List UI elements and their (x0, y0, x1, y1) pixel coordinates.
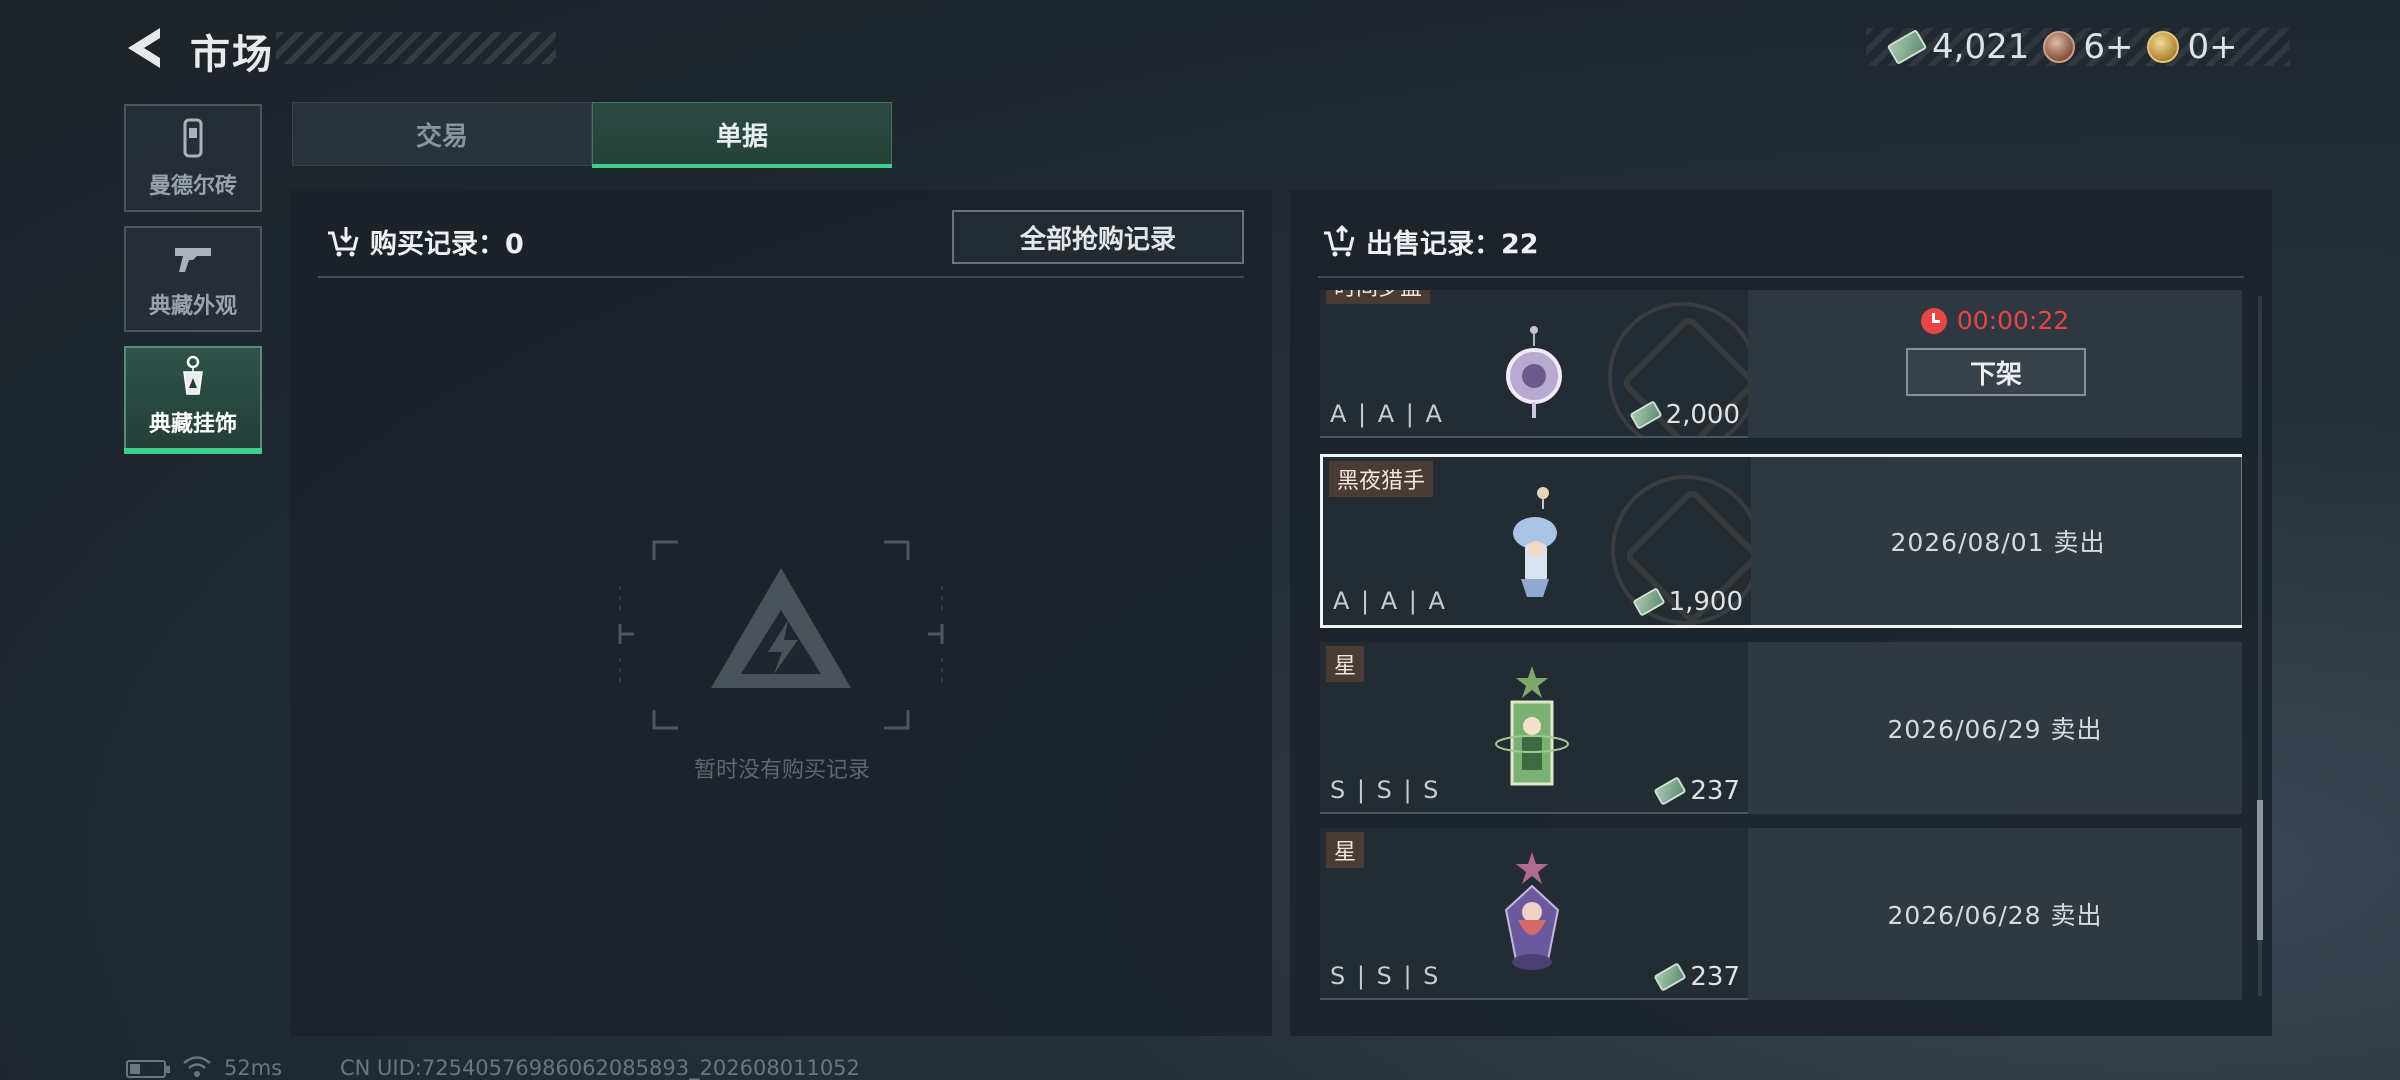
empty-state-text: 暂时没有购买记录 (693, 758, 870, 783)
item-grade: S | S | S (1330, 776, 1441, 804)
network-ping: 52ms (224, 1056, 283, 1080)
purchase-divider (318, 276, 1244, 278)
sales-record-item-selected[interactable]: 黑夜猎手 A | A | A 1,900 2026/08/01 卖出 (1320, 454, 2242, 628)
sales-record-item[interactable]: 星 S | S | S 237 2026/06/29 卖出 (1320, 642, 2242, 814)
currency-gold: 0+ (2147, 27, 2238, 67)
currency-bronze: 6+ (2043, 27, 2133, 67)
sales-header: 出售记录：22 (1322, 222, 1539, 261)
compass-charm-icon (1506, 326, 1562, 418)
sidebar-item-label: 曼德尔砖 (148, 174, 237, 199)
tab-orders[interactable]: 单据 (592, 102, 892, 166)
star-purple-charm-icon (1504, 852, 1560, 970)
banknote-icon (1653, 962, 1687, 992)
sales-title: 出售记录：22 (1366, 229, 1539, 260)
sold-date: 2026/08/01 卖出 (1890, 528, 2106, 557)
record-item-card: 时间罗盘 A | A | A 2,000 (1320, 290, 1748, 438)
tab-active-indicator (592, 164, 892, 168)
sidebar-item-label: 典藏挂饰 (148, 412, 237, 437)
item-grade: S | S | S (1330, 962, 1441, 990)
price-value: 1,900 (1668, 587, 1743, 617)
item-name-tag: 星 (1326, 646, 1365, 682)
pistol-icon (175, 248, 211, 272)
currency-value: 4,021 (1932, 27, 2030, 67)
item-name-tag: 星 (1326, 832, 1365, 868)
night-hunter-charm-icon (1513, 487, 1557, 597)
timer-value: 00:00:22 (1956, 306, 2070, 335)
banknote-icon (1886, 28, 1928, 66)
sidebar-item-collection-charm[interactable]: 典藏挂饰 (124, 346, 262, 450)
record-status-area: 2026/06/29 卖出 (1748, 642, 2242, 814)
currency-value: 0+ (2187, 27, 2238, 67)
sidebar-active-indicator (124, 448, 262, 454)
item-price: 237 (1653, 776, 1740, 806)
price-value: 2,000 (1665, 400, 1740, 430)
back-arrow-icon[interactable] (122, 26, 166, 70)
title-decoration (276, 32, 556, 64)
clock-icon (1920, 307, 1947, 334)
item-price: 2,000 (1628, 400, 1740, 430)
sales-divider (1318, 276, 2244, 278)
banknote-icon (1631, 587, 1666, 617)
item-grade: A | A | A (1330, 400, 1444, 428)
record-status-area: 2026/06/28 卖出 (1748, 828, 2242, 1000)
sold-date: 2026/06/28 卖出 (1887, 901, 2103, 930)
currency-bar: 4,021 6+ 0+ (1866, 27, 2290, 67)
page-title: 市场 (190, 32, 274, 78)
record-status-area: 2026/08/01 卖出 (1751, 457, 2242, 625)
currency-value: 6+ (2083, 27, 2134, 67)
cart-upload-icon (1324, 224, 1355, 256)
item-price: 1,900 (1631, 587, 1743, 617)
mandel-brick-icon (183, 118, 203, 158)
banknote-icon (1628, 400, 1663, 430)
tab-trade[interactable]: 交易 (292, 102, 592, 166)
sales-scrollbar-thumb[interactable] (2257, 800, 2263, 940)
cart-download-icon (328, 226, 359, 256)
price-value: 237 (1690, 776, 1740, 806)
sales-record-item[interactable]: 星 S | S | S 237 2026/06/28 卖出 (1320, 828, 2242, 1000)
all-flash-records-button[interactable]: 全部抢购记录 (952, 210, 1244, 264)
sidebar-item-collection-skin[interactable]: 典藏外观 (124, 226, 262, 332)
gold-coin-icon (2147, 31, 2180, 63)
sold-date: 2026/06/29 卖出 (1887, 715, 2103, 744)
price-value: 237 (1690, 962, 1740, 992)
record-item-card: 星 S | S | S 237 (1320, 828, 1748, 1000)
sidebar-item-label: 典藏外观 (148, 294, 237, 319)
sales-record-list[interactable]: 时间罗盘 A | A | A 2,000 00:00:22 下架 黑夜 (1318, 290, 2242, 1002)
item-name-tag: 时间罗盘 (1326, 290, 1431, 304)
listing-timer: 00:00:22 (1748, 306, 2242, 335)
record-item-card: 黑夜猎手 A | A | A 1,900 (1323, 457, 1751, 625)
user-uid: CN UID:72540576986062085893_202608011052 (340, 1056, 860, 1080)
sidebar-item-mandel-brick[interactable]: 曼德尔砖 (124, 104, 262, 212)
empty-state-logo-icon (618, 540, 944, 730)
purchase-header: 购买记录：0 (326, 222, 524, 261)
item-price: 237 (1653, 962, 1740, 992)
record-item-card: 星 S | S | S 237 (1320, 642, 1748, 814)
banknote-icon (1653, 776, 1687, 806)
record-status-area: 00:00:22 下架 (1748, 290, 2242, 438)
charm-icon (183, 355, 203, 395)
battery-icon (126, 1060, 170, 1078)
item-name-tag: 黑夜猎手 (1329, 461, 1434, 497)
delist-button[interactable]: 下架 (1906, 348, 2086, 396)
star-green-charm-icon (1495, 666, 1569, 786)
bronze-coin-icon (2043, 31, 2076, 63)
sales-record-item[interactable]: 时间罗盘 A | A | A 2,000 00:00:22 下架 (1320, 290, 2242, 438)
purchase-title: 购买记录：0 (370, 229, 524, 260)
item-grade: A | A | A (1333, 587, 1447, 615)
wifi-icon (183, 1056, 211, 1077)
currency-banknote: 4,021 (1886, 27, 2030, 67)
